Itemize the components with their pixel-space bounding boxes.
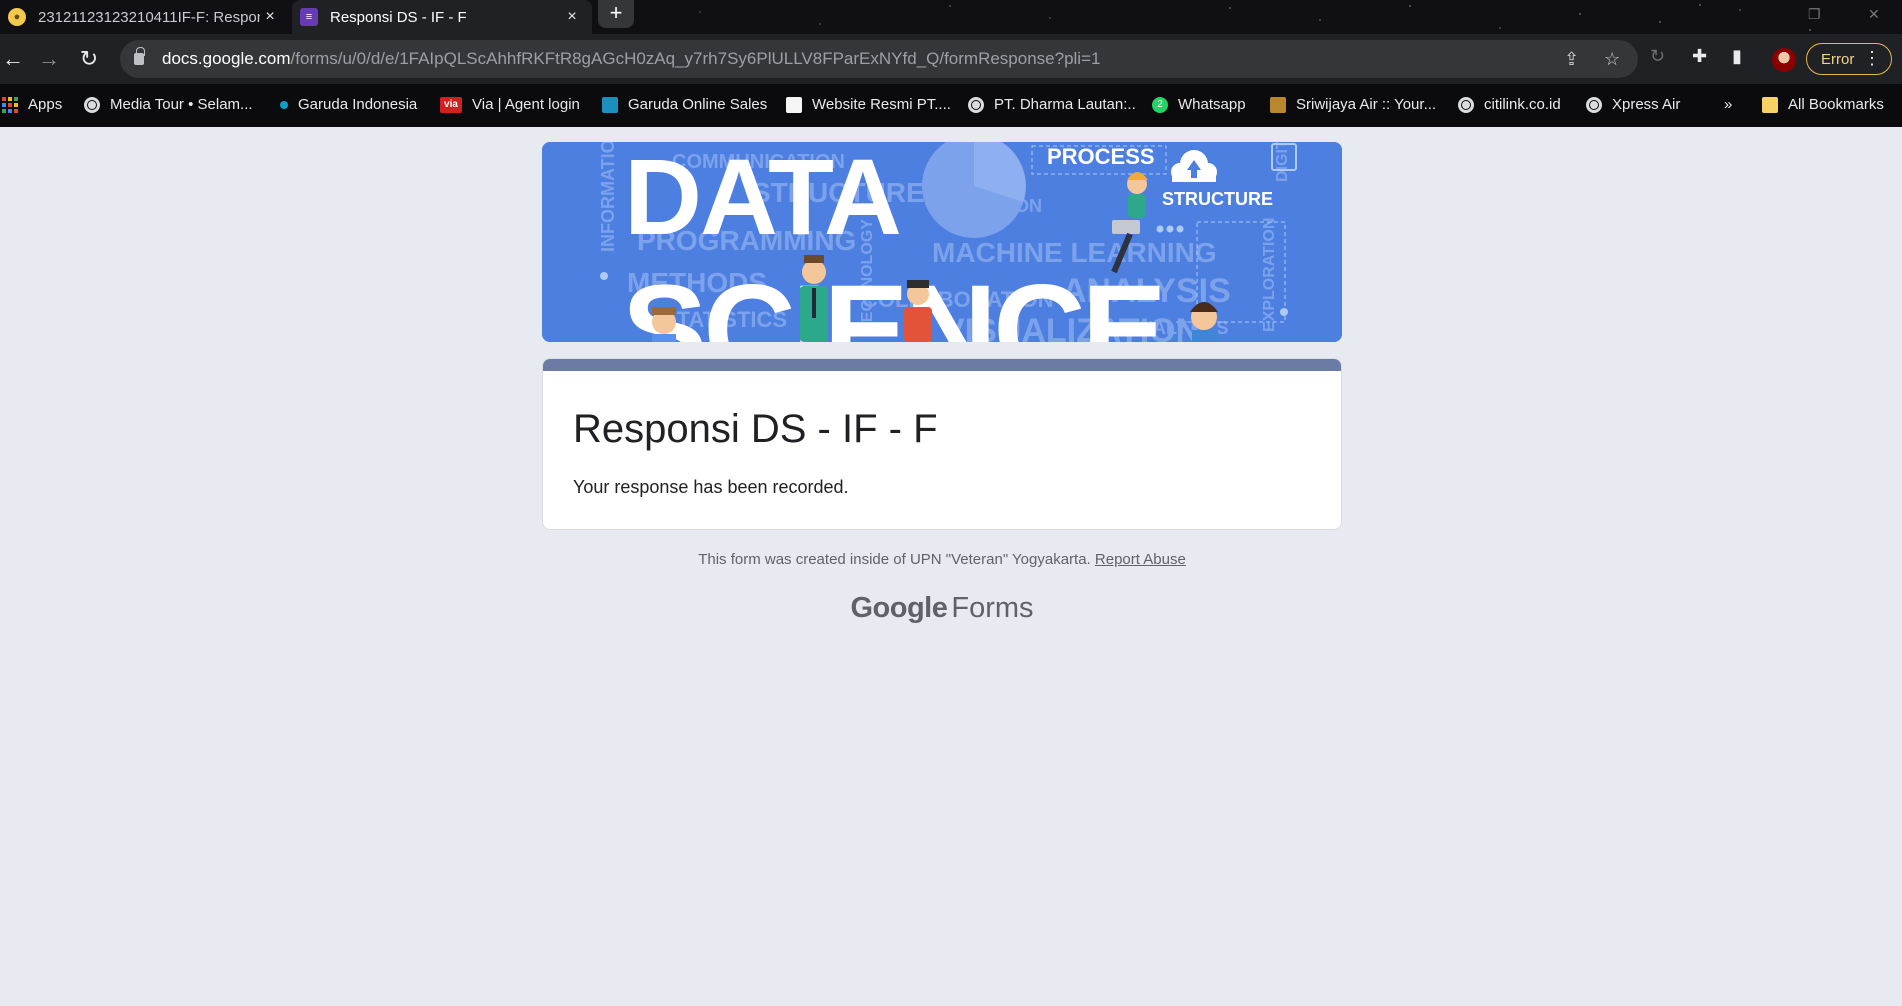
google-forms-logo[interactable]: Google Forms (542, 592, 1342, 625)
bookmark-xpress-air[interactable]: Xpress Air (1586, 96, 1680, 113)
bookmark-label: Garuda Indonesia (298, 96, 418, 113)
forward-icon[interactable]: → (36, 46, 62, 72)
via-icon: via (440, 96, 462, 113)
bookmark-label: citilink.co.id (1484, 96, 1561, 113)
back-icon[interactable]: ← (0, 46, 26, 72)
footer-disclaimer: This form was created inside of UPN "Vet… (698, 551, 1091, 568)
term-exploration: EXPLORATION (1261, 218, 1278, 332)
star-icon[interactable]: ☆ (1604, 49, 1620, 70)
tab-title: 23121123123210411IF-F: Respon (38, 8, 260, 26)
menu-icon[interactable]: ⋮ (1863, 48, 1881, 69)
new-tab-button[interactable]: + (598, 0, 634, 28)
sriwijaya-icon (1270, 96, 1286, 113)
globe-icon (1586, 96, 1602, 113)
refresh-extension-icon[interactable]: ↻ (1650, 46, 1665, 67)
person-figure-icon (1190, 302, 1218, 342)
whatsapp-icon: 2 (1152, 96, 1168, 113)
all-bookmarks[interactable]: All Bookmarks (1762, 96, 1884, 113)
folder-icon (1762, 96, 1778, 113)
tab-quiz[interactable]: ● 23121123123210411IF-F: Respon × (0, 0, 290, 34)
form-header-image: COMMUNICATION STRUCTURE PROGRAMMING METH… (542, 142, 1342, 342)
address-bar[interactable]: docs.google.com/forms/u/0/d/e/1FAIpQLScA… (120, 40, 1638, 78)
data-science-illustration: COMMUNICATION STRUCTURE PROGRAMMING METH… (542, 142, 1342, 342)
banner-word-science: SCIENCE (622, 259, 1163, 342)
bookmark-whatsapp[interactable]: 2 Whatsapp (1152, 96, 1246, 113)
report-abuse-link[interactable]: Report Abuse (1095, 551, 1186, 568)
close-icon[interactable]: × (260, 8, 280, 26)
close-icon[interactable]: × (562, 8, 582, 26)
restore-window-icon[interactable]: ❐ (1808, 6, 1821, 23)
reload-icon[interactable]: ↻ (76, 46, 102, 72)
bookmarks-overflow-button[interactable]: » (1724, 96, 1732, 113)
bookmarks-bar: Apps Media Tour • Selam... Garuda Indone… (0, 84, 1902, 127)
globe-icon (968, 96, 984, 113)
bookmark-label: Whatsapp (1178, 96, 1246, 113)
bookmark-garuda-online-sales[interactable]: Garuda Online Sales (602, 96, 767, 113)
term-process: PROCESS (1047, 144, 1155, 169)
bookmark-via-agent[interactable]: via Via | Agent login (440, 96, 580, 113)
url-host: docs.google.com (162, 49, 291, 68)
tab-responsi[interactable]: ≡ Responsi DS - IF - F × (292, 0, 592, 34)
bookmark-label: Sriwijaya Air :: Your... (1296, 96, 1437, 113)
forms-favicon-icon: ≡ (300, 8, 318, 26)
profile-status-label: Error (1821, 50, 1855, 68)
globe-icon (1458, 96, 1474, 113)
person-figure-icon (904, 280, 932, 342)
bookmark-dharma-lautan[interactable]: PT. Dharma Lautan:.. (968, 96, 1136, 113)
bookmark-label: Garuda Online Sales (628, 96, 768, 113)
bookmark-label: Xpress Air (1612, 96, 1681, 113)
lock-icon[interactable] (134, 47, 145, 65)
tab-strip: ● 23121123123210411IF-F: Respon × ≡ Resp… (0, 0, 1902, 34)
bookmark-media-tour[interactable]: Media Tour • Selam... (84, 96, 253, 113)
tab-title: Responsi DS - IF - F (330, 8, 467, 26)
response-confirmation-card: Responsi DS - IF - F Your response has b… (542, 358, 1342, 530)
garuda-icon (280, 100, 288, 109)
bookmark-label: Website Resmi PT.... (812, 96, 951, 113)
url-path: /forms/u/0/d/e/1FAIpQLScAhhfRKFtR8gAGcH0… (290, 49, 1101, 68)
person-figure-icon (652, 307, 676, 342)
banner-word-data: DATA (624, 142, 900, 257)
share-icon[interactable]: ⇪ (1564, 49, 1579, 70)
profile-error-button[interactable]: Error ⋮ (1806, 43, 1892, 75)
bookmark-garuda-indonesia[interactable]: Garuda Indonesia (280, 96, 417, 113)
bookmark-label: All Bookmarks (1788, 96, 1884, 113)
apps-grid-icon (2, 96, 18, 113)
browser-chrome: ● 23121123123210411IF-F: Respon × ≡ Resp… (0, 0, 1902, 127)
google-wordmark: Google (850, 592, 948, 624)
website-icon (786, 96, 802, 113)
bookmark-citilink[interactable]: citilink.co.id (1458, 96, 1561, 113)
extensions-icon[interactable]: ✚ (1692, 46, 1707, 67)
bookmark-website-resmi[interactable]: Website Resmi PT.... (786, 96, 951, 113)
bookmark-label: Apps (28, 96, 63, 113)
avatar[interactable] (1772, 48, 1796, 72)
footer-note: This form was created inside of UPN "Vet… (542, 551, 1342, 568)
bookmark-label: Media Tour • Selam... (110, 96, 253, 113)
toolbar: ← → ↻ docs.google.com/forms/u/0/d/e/1FAI… (0, 34, 1902, 84)
term-digital: DIGITAL (1274, 142, 1291, 182)
tab-favicon-icon: ● (8, 8, 26, 26)
forms-wordmark: Forms (951, 592, 1034, 624)
term-information: INFORMATION (598, 142, 618, 252)
term-structure: STRUCTURE (1162, 189, 1273, 209)
confirmation-message: Your response has been recorded. (573, 477, 849, 497)
bookmark-apps[interactable]: Apps (2, 96, 62, 113)
globe-icon (84, 96, 100, 113)
garuda-sales-icon (602, 96, 618, 113)
close-window-icon[interactable]: ✕ (1868, 6, 1880, 23)
card-accent-bar (543, 359, 1341, 371)
sidebar-icon[interactable]: ▮ (1732, 46, 1742, 67)
form-title: Responsi DS - IF - F (573, 407, 938, 451)
bookmark-label: Via | Agent login (472, 96, 580, 113)
bookmark-sriwijaya-air[interactable]: Sriwijaya Air :: Your... (1270, 96, 1436, 113)
person-figure-icon (800, 255, 828, 342)
bookmark-label: PT. Dharma Lautan:.. (994, 96, 1136, 113)
